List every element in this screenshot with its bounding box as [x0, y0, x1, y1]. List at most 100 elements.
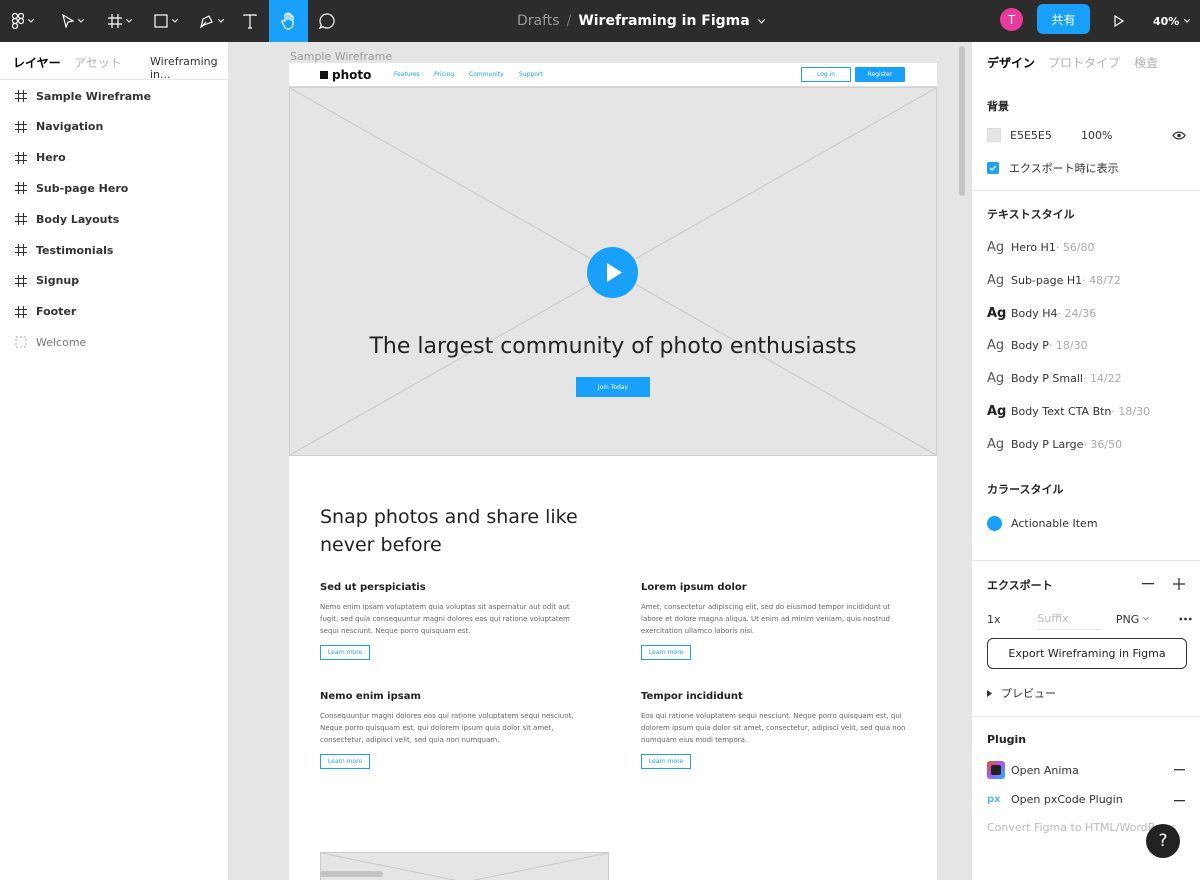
text-style-item[interactable]: Ag Sub-page H1 · 48/72 — [987, 273, 1121, 288]
more-options-icon[interactable] — [1179, 617, 1192, 621]
text-tool-icon[interactable] — [236, 0, 264, 42]
frame-icon — [15, 90, 27, 102]
file-name[interactable]: Wireframing in Figma — [578, 13, 749, 29]
layer-item[interactable]: Testimonials — [0, 235, 229, 265]
tab-assets[interactable]: アセット — [74, 54, 122, 71]
background-fill-row[interactable]: E5E5E5 100% — [987, 128, 1112, 142]
plugin-item[interactable]: Open Anima — [987, 761, 1079, 779]
hero-headline: The largest community of photo enthusias… — [369, 334, 857, 359]
nav-link-support[interactable]: Support — [519, 71, 543, 78]
layer-item[interactable]: Sub-page Hero — [0, 173, 229, 203]
color-style-swatch — [987, 516, 1002, 531]
minus-icon[interactable] — [1174, 769, 1185, 771]
hand-tool-icon[interactable] — [269, 0, 308, 42]
text-style-size: · 48/72 — [1082, 273, 1121, 287]
text-style-item[interactable]: Ag Body H4 · 24/36 — [987, 306, 1096, 321]
plugin-item[interactable]: px Open pxCode Plugin — [987, 793, 1123, 806]
nav-link-community[interactable]: Community — [469, 71, 504, 78]
background-opacity[interactable]: 100% — [1081, 129, 1112, 142]
text-style-size: · 14/22 — [1082, 372, 1122, 386]
text-style-item[interactable]: Ag Body Text CTA Btn · 18/30 — [987, 404, 1150, 419]
chevron-down-icon[interactable] — [1143, 617, 1149, 621]
export-format[interactable]: PNG — [1116, 613, 1139, 626]
show-in-export-row[interactable]: エクスポート時に表示 — [987, 160, 1119, 176]
canvas[interactable]: Sample Wireframe photo Features Pricing … — [230, 42, 971, 880]
tab-prototype[interactable]: プロトタイプ — [1048, 54, 1120, 71]
plugin-heading: Plugin — [987, 733, 1027, 746]
layer-item[interactable]: Footer — [0, 297, 229, 327]
text-style-name: Body P Large — [1011, 437, 1084, 451]
learn-more-button[interactable]: Learn more — [641, 645, 691, 660]
frame-dashed-icon — [15, 336, 27, 348]
avatar[interactable]: T — [1000, 8, 1023, 31]
text-style-name: Sub-page H1 — [1011, 273, 1083, 287]
learn-more-button[interactable]: Learn more — [320, 754, 370, 769]
eye-icon[interactable] — [1172, 131, 1186, 140]
tab-design[interactable]: デザイン — [987, 54, 1035, 71]
text-style-icon: Ag — [987, 404, 1007, 419]
export-button[interactable]: Export Wireframing in Figma — [987, 638, 1187, 669]
present-icon[interactable] — [1107, 0, 1131, 42]
text-style-item[interactable]: Ag Body P Small · 14/22 — [987, 371, 1122, 386]
layer-name: Footer — [36, 305, 77, 319]
pen-tool-icon[interactable] — [195, 0, 228, 42]
frame-icon — [15, 244, 27, 256]
frame-tool-icon[interactable] — [104, 0, 136, 42]
comment-tool-icon[interactable] — [313, 0, 341, 42]
share-button[interactable]: 共有 — [1037, 4, 1090, 34]
feature-title: Tempor incididunt — [641, 691, 743, 702]
figma-menu-icon[interactable] — [8, 0, 38, 42]
feature-block: Nemo enim ipsam Consequuntur magni dolor… — [320, 691, 590, 769]
help-button[interactable]: ? — [1146, 824, 1180, 858]
preview-toggle[interactable]: プレビュー — [987, 685, 1056, 701]
tab-inspect[interactable]: 検査 — [1134, 54, 1158, 71]
tab-page[interactable]: Wireframing in... — [150, 55, 228, 81]
layer-item[interactable]: Hero — [0, 143, 229, 173]
text-style-name: Hero H1 — [1011, 241, 1056, 254]
zoom-dropdown[interactable]: 40% — [1153, 0, 1191, 42]
sample-wireframe-frame[interactable]: photo Features Pricing Community Support… — [289, 63, 937, 880]
text-style-item[interactable]: Ag Body P Large · 36/50 — [987, 437, 1122, 452]
color-style-item[interactable]: Actionable Item — [987, 516, 1098, 531]
toolbar: Drafts / Wireframing in Figma T 共有 40% — [0, 0, 1200, 42]
layer-item[interactable]: Body Layouts — [0, 204, 229, 234]
vertical-scrollbar[interactable] — [959, 46, 965, 196]
tab-layers[interactable]: レイヤー — [13, 54, 61, 71]
logo-icon — [320, 71, 328, 79]
login-button[interactable]: Log in — [801, 67, 851, 82]
layer-item[interactable]: Navigation — [0, 112, 229, 142]
shape-tool-icon[interactable] — [149, 0, 182, 42]
plus-icon[interactable] — [1173, 578, 1185, 590]
minus-icon[interactable] — [1142, 583, 1154, 585]
file-breadcrumb[interactable]: Drafts / Wireframing in Figma — [517, 0, 765, 42]
frame-label[interactable]: Sample Wireframe — [290, 50, 392, 63]
text-style-item[interactable]: Ag Hero H1 · 56/80 — [987, 240, 1095, 255]
feature-text: Eos qui ratione voluptatem sequi nesciun… — [641, 712, 906, 744]
join-today-button[interactable]: Join Today — [576, 377, 650, 397]
layer-item[interactable]: Signup — [0, 266, 229, 296]
chevron-down-icon[interactable] — [757, 18, 765, 24]
text-style-item[interactable]: Ag Body P · 18/30 — [987, 338, 1088, 353]
layer-item[interactable]: Sample Wireframe — [0, 81, 229, 111]
feature-text: Consequuntur magni dolores eos qui ratio… — [320, 712, 574, 744]
move-tool-icon[interactable] — [55, 0, 90, 42]
background-hex[interactable]: E5E5E5 — [1010, 129, 1081, 142]
text-style-icon: Ag — [987, 305, 1007, 321]
breadcrumb-drafts[interactable]: Drafts — [517, 13, 560, 29]
minus-icon[interactable] — [1174, 800, 1185, 802]
layer-item[interactable]: Welcome — [0, 327, 229, 357]
export-suffix-input[interactable]: Suffix — [1037, 612, 1101, 630]
wireframe-navigation[interactable]: photo Features Pricing Community Support… — [289, 63, 937, 87]
feature-block: Lorem ipsum dolor Amet, consectetur adip… — [641, 582, 911, 660]
show-in-export-checkbox[interactable] — [987, 162, 999, 174]
wireframe-hero[interactable]: The largest community of photo enthusias… — [289, 87, 937, 456]
learn-more-button[interactable]: Learn more — [320, 645, 370, 660]
play-button[interactable] — [587, 247, 638, 298]
register-button[interactable]: Register — [855, 67, 905, 82]
nav-link-pricing[interactable]: Pricing — [434, 71, 454, 78]
export-scale[interactable]: 1x — [987, 613, 1037, 626]
horizontal-scrollbar[interactable] — [320, 871, 383, 877]
learn-more-button[interactable]: Learn more — [641, 754, 691, 769]
background-swatch[interactable] — [987, 128, 1001, 142]
nav-link-features[interactable]: Features — [394, 71, 420, 78]
